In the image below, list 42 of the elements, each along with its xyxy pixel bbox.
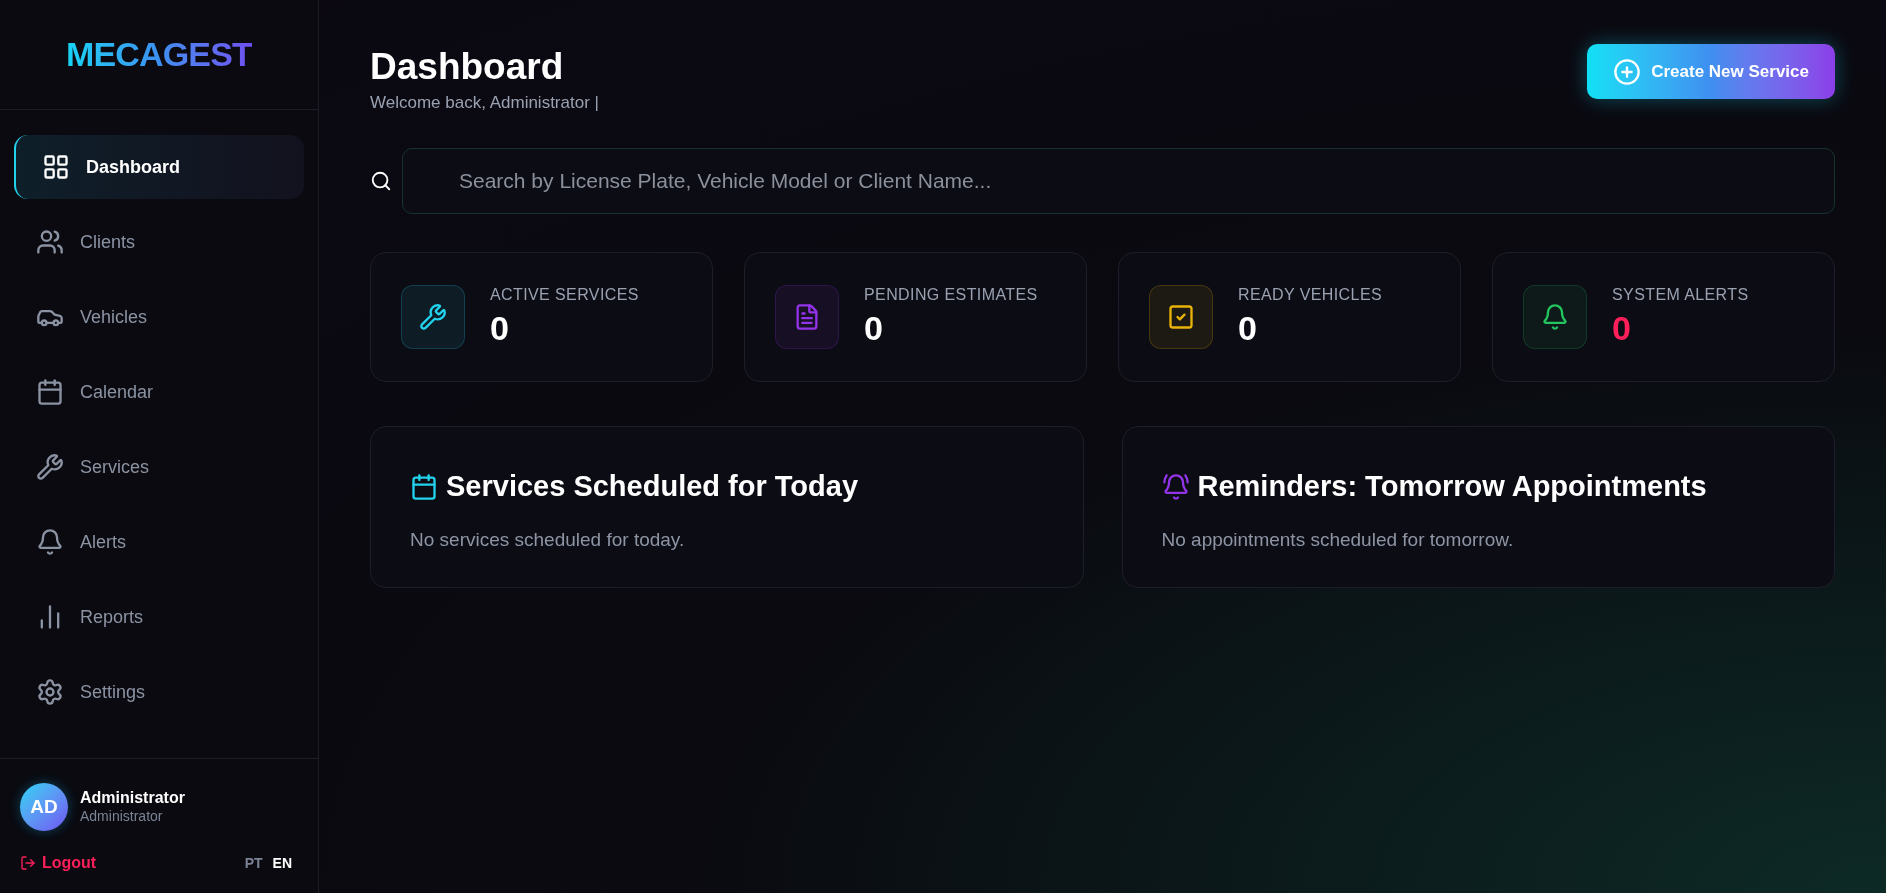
language-option[interactable]: EN (272, 852, 292, 874)
create-service-button[interactable]: Create New Service (1587, 44, 1835, 99)
search-icon (370, 169, 392, 192)
bell-icon (1541, 302, 1569, 331)
stat-label: ACTIVE SERVICES (490, 284, 639, 305)
stat-value: 0 (1612, 307, 1632, 349)
sidebar-item[interactable]: Settings (14, 660, 304, 724)
sidebar-item[interactable]: Calendar (14, 360, 304, 424)
sidebar-item[interactable]: Vehicles (14, 285, 304, 349)
panel-title: Services Scheduled for Today (446, 468, 859, 504)
user-role: Administrator (80, 808, 164, 826)
welcome-text: Welcome back, Administrator | (370, 92, 599, 115)
stat-value: 0 (1238, 307, 1258, 349)
stat-value: 0 (490, 307, 510, 349)
panel-message: No services scheduled for today. (410, 528, 686, 553)
bell-icon (36, 528, 64, 556)
stat-label: SYSTEM ALERTS (1612, 284, 1749, 305)
stat-label: READY VEHICLES (1238, 284, 1383, 305)
sidebar-item[interactable]: Clients (14, 210, 304, 274)
language-option[interactable]: PT (244, 852, 263, 874)
settings-icon (36, 678, 64, 706)
page-title: Dashboard (370, 45, 565, 89)
logout-icon (20, 855, 36, 871)
dashboard-icon (42, 153, 70, 181)
users-icon (36, 228, 64, 256)
stat-value: 0 (864, 307, 884, 349)
panel-message: No appointments scheduled for tomorrow. (1161, 528, 1515, 553)
panel-title: Reminders: Tomorrow Appointments (1197, 468, 1707, 504)
search-field[interactable]: Search by License Plate, Vehicle Model or Client Name... (402, 147, 1835, 214)
user-name: Administrator (80, 788, 185, 809)
checkbox-icon (1167, 302, 1195, 331)
wrench-icon (36, 453, 64, 481)
stat-label: PENDING ESTIMATES (864, 284, 1038, 305)
sidebar-item[interactable]: Alerts (14, 510, 304, 574)
avatar: AD (20, 783, 68, 831)
sidebar-item[interactable]: Dashboard (14, 135, 304, 199)
sidebar-item[interactable]: Reports (14, 585, 304, 649)
plus-icon (1613, 57, 1642, 86)
calendar-icon (36, 378, 64, 406)
sidebar-item[interactable]: Services (14, 435, 304, 499)
wrench-icon (419, 302, 447, 331)
logout-button[interactable]: Logout (20, 851, 97, 875)
